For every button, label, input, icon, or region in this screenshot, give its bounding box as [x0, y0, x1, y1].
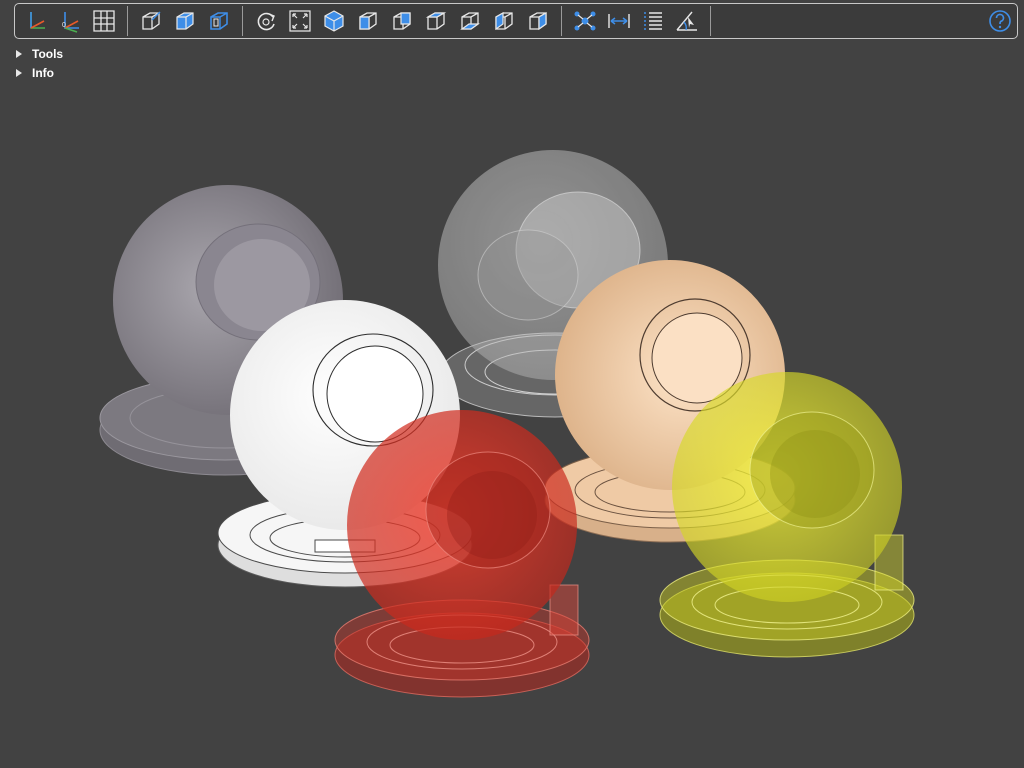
top-view-icon — [425, 12, 447, 30]
properties-list-button[interactable] — [638, 6, 668, 36]
shaded-cube-button[interactable] — [170, 6, 200, 36]
measure-angle-icon — [676, 11, 697, 31]
shaded-wire-cube-button[interactable] — [204, 6, 234, 36]
fit-view-button[interactable] — [285, 6, 315, 36]
tools-panel-label: Tools — [32, 46, 64, 61]
side-panels: Tools Info — [16, 44, 63, 82]
back-view-button[interactable] — [387, 6, 417, 36]
measure-distance-button[interactable] — [604, 6, 634, 36]
left-view-icon — [495, 11, 513, 31]
rotate-button[interactable] — [251, 6, 281, 36]
wireframe-cube-icon — [142, 11, 161, 30]
left-view-button[interactable] — [489, 6, 519, 36]
grid-button[interactable] — [89, 6, 119, 36]
toolbar-separator — [242, 6, 243, 36]
axis-gizmo-button[interactable] — [21, 6, 51, 36]
bottom-view-icon — [460, 12, 480, 30]
help-icon — [989, 10, 1011, 32]
front-view-button[interactable] — [353, 6, 383, 36]
axis-gizmo-icon — [30, 12, 45, 29]
front-view-icon — [359, 12, 377, 30]
measure-angle-button[interactable] — [672, 6, 702, 36]
toolbar-separator — [710, 6, 711, 36]
wireframe-cube-button[interactable] — [136, 6, 166, 36]
rotate-icon — [257, 12, 275, 31]
toolbar-separator — [561, 6, 562, 36]
right-view-button[interactable] — [523, 6, 553, 36]
iso-view-icon — [324, 10, 344, 32]
back-view-icon — [393, 12, 411, 30]
expand-triangle-icon — [16, 49, 22, 58]
measure-distance-icon — [608, 14, 630, 28]
explode-button[interactable] — [570, 6, 600, 36]
svg-text:0: 0 — [62, 22, 66, 29]
grid-icon — [93, 10, 115, 32]
toolbar-separator — [127, 6, 128, 36]
yellow-sphere-model — [659, 372, 915, 658]
origin-axis-icon: 0 — [62, 12, 79, 33]
properties-list-icon — [644, 12, 662, 30]
shaded-wire-cube-icon — [210, 12, 228, 30]
fit-view-icon — [289, 10, 311, 32]
viewer-toolbar: 0 — [14, 3, 1018, 39]
expand-triangle-icon — [16, 68, 22, 77]
3d-viewport[interactable] — [0, 0, 1024, 768]
origin-axis-button[interactable]: 0 — [55, 6, 85, 36]
shaded-cube-icon — [176, 12, 194, 30]
explode-icon — [574, 11, 596, 31]
tools-panel-toggle[interactable]: Tools — [16, 44, 63, 63]
red-sphere-model — [334, 410, 590, 698]
iso-view-button[interactable] — [319, 6, 349, 36]
help-button[interactable] — [985, 6, 1015, 36]
info-panel-toggle[interactable]: Info — [16, 63, 63, 82]
right-view-icon — [529, 11, 547, 31]
info-panel-label: Info — [32, 65, 54, 80]
bottom-view-button[interactable] — [455, 6, 485, 36]
top-view-button[interactable] — [421, 6, 451, 36]
